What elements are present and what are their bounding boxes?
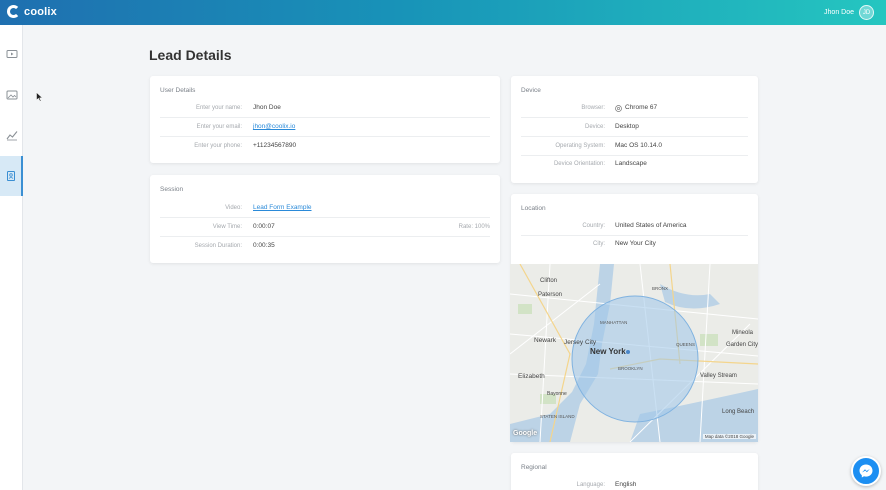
coolix-logo-icon [7,5,20,18]
duration-label: Session Duration: [194,243,242,249]
app-logo[interactable]: coolix [7,5,57,18]
language-label: Language: [576,482,605,488]
view-time-value: 0:00:07 [253,223,275,230]
browser-row: Browser: Chrome 67 [521,100,748,118]
language-value: English [615,481,637,488]
phone-label: Enter your phone: [194,143,242,149]
session-card: Session Video: Lead Form Example View Ti… [150,175,500,263]
map-attribution: Map data ©2018 Google [702,434,756,439]
video-icon [6,50,17,58]
os-value: Mac OS 10.14.0 [615,142,662,149]
map-label-clifton: Clifton [540,278,558,284]
messenger-chat-button[interactable] [851,456,881,486]
map-label-staten-island: STATEN ISLAND [540,414,575,419]
analytics-chart-icon [6,131,17,141]
map-label-paterson: Paterson [538,292,563,298]
location-title: Location [521,205,546,212]
sidebar [0,25,23,490]
orientation-value: Landscape [615,160,647,167]
sidebar-item-gallery[interactable] [0,75,23,115]
mouse-cursor-icon [36,92,43,102]
rate-text: Rate: 100% [458,224,490,230]
app-name: coolix [24,5,57,18]
map-label-bayonne: Bayonne [547,391,567,397]
user-email-row: Enter your email: jhon@coolix.io [160,119,490,137]
sidebar-item-videos[interactable] [0,34,23,74]
regional-card: Regional Language: English [511,453,758,490]
sidebar-item-leads[interactable] [0,156,23,196]
messenger-icon [859,464,873,478]
email-link[interactable]: jhon@coolix.io [253,123,295,130]
country-value: United States of America [615,222,687,229]
city-label: City: [593,241,605,247]
os-label: Operating System: [555,143,605,149]
name-label: Enter your name: [195,105,242,111]
session-duration-row: Session Duration: 0:00:35 [160,238,490,256]
country-row: Country: United States of America [521,218,748,236]
device-type-value: Desktop [615,123,639,130]
sidebar-item-analytics[interactable] [0,115,23,155]
device-type-label: Device: [584,124,605,130]
lead-form-icon [6,171,15,181]
device-title: Device [521,87,541,94]
video-label: Video: [225,205,242,211]
orientation-row: Device Orientation: Landscape [521,156,748,174]
city-value: New Your City [615,240,656,247]
user-details-card: User Details Enter your name: Jhon Doe E… [150,76,500,163]
map-label-jersey-city: Jersey City [564,339,597,346]
user-details-title: User Details [160,87,196,94]
avatar[interactable]: JD [859,5,874,20]
os-row: Operating System: Mac OS 10.14.0 [521,138,748,156]
phone-value: +11234567890 [253,142,297,149]
video-link[interactable]: Lead Form Example [253,204,312,211]
map-label-brooklyn: BROOKLYN [618,366,643,371]
session-video-row: Video: Lead Form Example [160,200,490,218]
map-label-long-beach: Long Beach [722,409,755,415]
language-row: Language: English [521,477,748,490]
map-label-bronx: BRONX [652,286,669,291]
location-map[interactable]: New York Jersey City Newark Clifton Pate… [510,264,758,442]
orientation-label: Device Orientation: [553,161,605,167]
device-type-row: Device: Desktop [521,119,748,137]
user-name: Jhon Doe [824,9,854,16]
session-title: Session [160,186,184,193]
chrome-icon [615,105,622,112]
duration-value: 0:00:35 [253,242,275,249]
name-value: Jhon Doe [253,104,281,111]
regional-title: Regional [521,464,547,471]
map-label-newark: Newark [534,337,557,344]
browser-value: Chrome 67 [625,104,658,111]
device-card: Device Browser: Chrome 67 Device: Deskto… [511,76,758,183]
page-title: Lead Details [149,47,232,63]
top-bar: coolix Jhon Doe JD [0,0,886,25]
user-name-row: Enter your name: Jhon Doe [160,100,490,118]
image-gallery-icon [6,90,17,100]
user-phone-row: Enter your phone: +11234567890 [160,138,490,156]
map-label-elizabeth: Elizabeth [518,373,545,380]
map-label-mineola: Mineola [732,330,754,336]
user-menu[interactable]: Jhon Doe JD [824,5,874,20]
session-view-time-row: View Time: 0:00:07 Rate: 100% [160,219,490,237]
map-label-queens: QUEENS [676,342,696,347]
map-label-new-york: New York [590,347,626,356]
email-label: Enter your email: [196,124,242,130]
country-label: Country: [582,223,605,229]
view-time-label: View Time: [212,224,242,230]
map-label-garden-city: Garden City [726,342,758,348]
city-row: City: New Your City [521,236,748,254]
browser-label: Browser: [581,105,605,111]
map-label-valley-stream: Valley Stream [700,373,737,379]
google-logo: Google [513,430,538,437]
map-label-manhattan: MANHATTAN [600,320,628,325]
